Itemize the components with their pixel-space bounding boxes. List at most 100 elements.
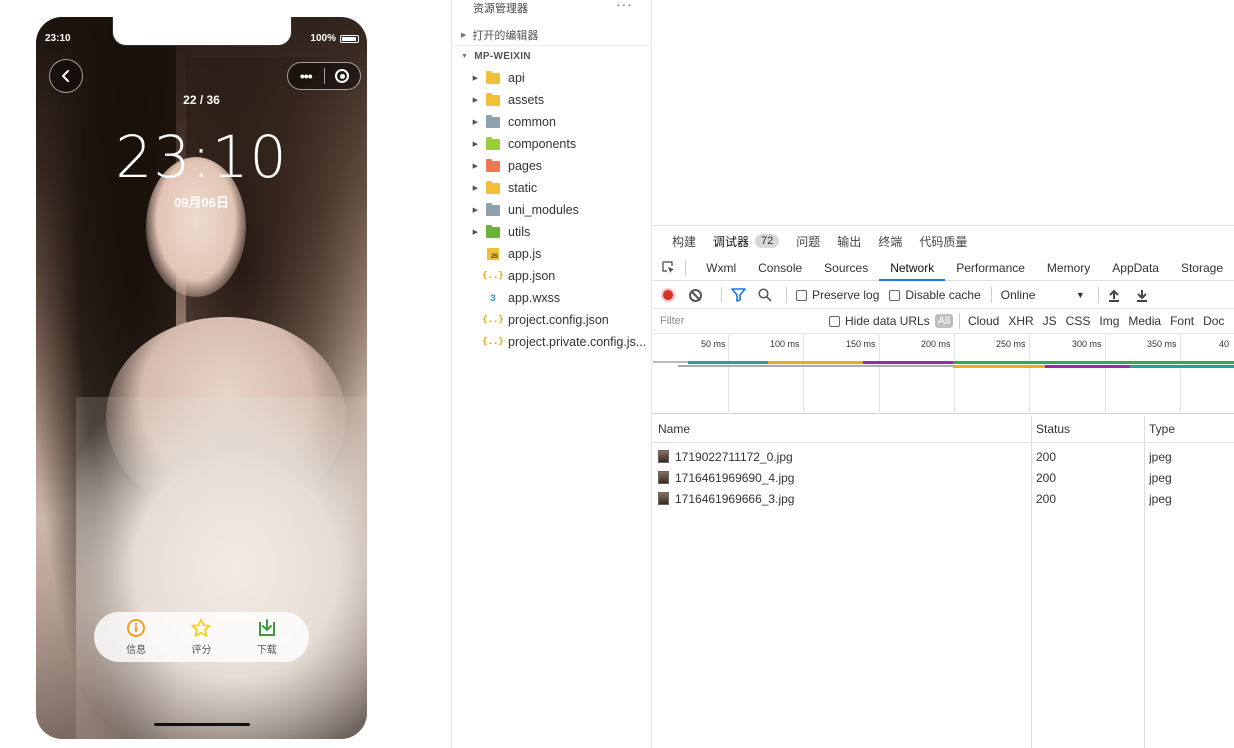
tree-item-project-config[interactable]: {..} project.config.json: [453, 309, 652, 331]
folder-assets-icon: [486, 92, 500, 106]
chevron-right-icon: ▶: [472, 207, 478, 214]
tree-item-app-wxss[interactable]: Зapp.wxss: [453, 287, 652, 309]
filter-type-js[interactable]: JS: [1043, 314, 1057, 328]
tab-appdata[interactable]: AppData: [1101, 256, 1170, 281]
filter-type-img[interactable]: Img: [1099, 314, 1119, 328]
tree-item-label: pages: [508, 159, 543, 173]
clock-time: 23:10: [115, 123, 288, 191]
tab-wxml[interactable]: Wxml: [695, 256, 747, 281]
tree-item-utils[interactable]: ▶ utils: [453, 221, 652, 243]
download-button[interactable]: 下载: [257, 618, 277, 656]
request-status: 200: [1036, 470, 1057, 485]
disable-cache-checkbox[interactable]: Disable cache: [889, 288, 981, 302]
tree-item-components[interactable]: ▶ components: [453, 133, 652, 155]
project-section[interactable]: ▼ MP-WEIXIN: [461, 51, 531, 62]
upload-icon[interactable]: [1108, 289, 1120, 302]
tree-item-label: utils: [508, 225, 531, 239]
table-row[interactable]: 1716461969690_4.jpg 200 jpeg: [653, 467, 1234, 488]
table-row[interactable]: 1719022711172_0.jpg 200 jpeg: [653, 446, 1234, 467]
filter-type-font[interactable]: Font: [1170, 314, 1194, 328]
tree-item-static[interactable]: ▶ static: [453, 177, 652, 199]
column-status[interactable]: Status: [1031, 422, 1144, 436]
filter-type-media[interactable]: Media: [1128, 314, 1161, 328]
tree-item-label: assets: [508, 93, 545, 107]
tree-item-app-js[interactable]: JS app.js: [453, 243, 652, 265]
inspect-element-button[interactable]: [659, 256, 679, 281]
tab-problems[interactable]: 问题: [796, 233, 820, 250]
tab-console[interactable]: Console: [747, 256, 813, 281]
chevron-right-icon: ▶: [472, 119, 478, 126]
filter-type-doc[interactable]: Doc: [1203, 314, 1224, 328]
info-button[interactable]: 信息: [126, 618, 146, 656]
timeline-bar: [953, 365, 1045, 368]
tree-item-api[interactable]: ▶ api: [453, 67, 652, 89]
explorer-more-button[interactable]: ···: [616, 0, 633, 12]
filter-input[interactable]: Filter: [653, 315, 829, 327]
tree-item-label: static: [508, 181, 538, 195]
filter-icon[interactable]: [731, 288, 746, 302]
table-row[interactable]: 1716461969666_3.jpg 200 jpeg: [653, 488, 1234, 509]
chevron-right-icon: ▶: [472, 97, 478, 104]
tab-build[interactable]: 构建: [672, 233, 696, 250]
chevron-right-icon: ▶: [472, 185, 478, 192]
download-label: 下载: [256, 645, 277, 656]
js-file-icon: JS: [486, 248, 500, 260]
download-har-icon[interactable]: [1136, 289, 1148, 302]
record-button[interactable]: [661, 288, 675, 302]
tree-item-project-private-config[interactable]: {..} project.private.config.js...: [453, 331, 652, 353]
rate-button[interactable]: 评分: [190, 618, 212, 656]
column-name[interactable]: Name: [653, 422, 1031, 436]
bottom-panel-tabs: 构建 调试器 72 问题 输出 终端 代码质量: [653, 226, 1234, 256]
folder-utils-icon: [486, 224, 500, 238]
timeline-tick: 40: [1219, 339, 1230, 349]
filter-type-all[interactable]: All: [934, 314, 953, 328]
search-icon[interactable]: [758, 288, 772, 302]
tab-memory[interactable]: Memory: [1036, 256, 1101, 281]
request-type: jpeg: [1149, 470, 1172, 485]
toolbar-divider: [1097, 287, 1099, 303]
image-file-icon: [658, 471, 669, 484]
tab-performance[interactable]: Performance: [945, 256, 1036, 281]
request-name: 1716461969666_3.jpg: [675, 491, 795, 506]
network-toolbar: Preserve log Disable cache Online ▼: [653, 282, 1234, 309]
table-header: Name Status Type: [653, 416, 1234, 443]
tab-sources[interactable]: Sources: [813, 256, 879, 281]
more-dots-icon[interactable]: •••: [288, 68, 324, 84]
clear-button[interactable]: [689, 288, 702, 302]
tab-debugger[interactable]: 调试器 72: [713, 233, 780, 250]
column-type[interactable]: Type: [1144, 422, 1234, 436]
timeline-tick: 150 ms: [846, 339, 876, 349]
tab-code-quality[interactable]: 代码质量: [919, 233, 967, 250]
network-timeline: 50 ms 100 ms 150 ms 200 ms 250 ms 300 ms…: [653, 334, 1234, 414]
file-tree: ▶ api ▶ assets ▶ common ▶ components ▶ pages …: [453, 67, 652, 353]
tab-output[interactable]: 输出: [837, 233, 861, 250]
tab-debugger-label: 调试器: [713, 234, 750, 249]
tree-item-assets[interactable]: ▶ assets: [453, 89, 652, 111]
chevron-right-icon: ▶: [472, 75, 478, 82]
tree-item-label: components: [508, 137, 577, 151]
tab-terminal[interactable]: 终端: [878, 233, 902, 250]
close-miniprogram-button[interactable]: [324, 69, 360, 83]
hide-data-urls-checkbox[interactable]: Hide data URLs: [829, 314, 930, 328]
tab-network[interactable]: Network: [879, 256, 946, 281]
back-button[interactable]: [49, 59, 83, 93]
filter-type-xhr[interactable]: XHR: [1008, 314, 1033, 328]
preserve-log-checkbox[interactable]: Preserve log: [796, 288, 879, 302]
wallpaper-sweater: [76, 397, 367, 739]
chevron-right-icon: ▶: [472, 163, 478, 170]
devtools-panel: 构建 调试器 72 问题 输出 终端 代码质量 Wxml Console Sou…: [653, 225, 1234, 748]
throttle-select[interactable]: Online ▼: [1001, 288, 1089, 302]
simulator-panel: 23:10 100% ••• 22 / 36 23:10 09月06日 信息 评…: [0, 0, 452, 748]
tree-item-app-json[interactable]: {..} app.json: [453, 265, 652, 287]
tree-item-pages[interactable]: ▶ pages: [453, 155, 652, 177]
tab-storage[interactable]: Storage: [1170, 256, 1234, 281]
filter-type-cloud[interactable]: Cloud: [968, 314, 999, 328]
filter-type-css[interactable]: CSS: [1066, 314, 1091, 328]
status-battery: 100%: [310, 33, 359, 44]
timeline-gridline: [728, 334, 729, 414]
folder-pages-icon: [486, 158, 500, 172]
toolbar-divider: [990, 287, 992, 303]
open-editors-section[interactable]: ▶ 打开的编辑器: [461, 27, 538, 43]
tree-item-uni-modules[interactable]: ▶ uni_modules: [453, 199, 652, 221]
tree-item-common[interactable]: ▶ common: [453, 111, 652, 133]
